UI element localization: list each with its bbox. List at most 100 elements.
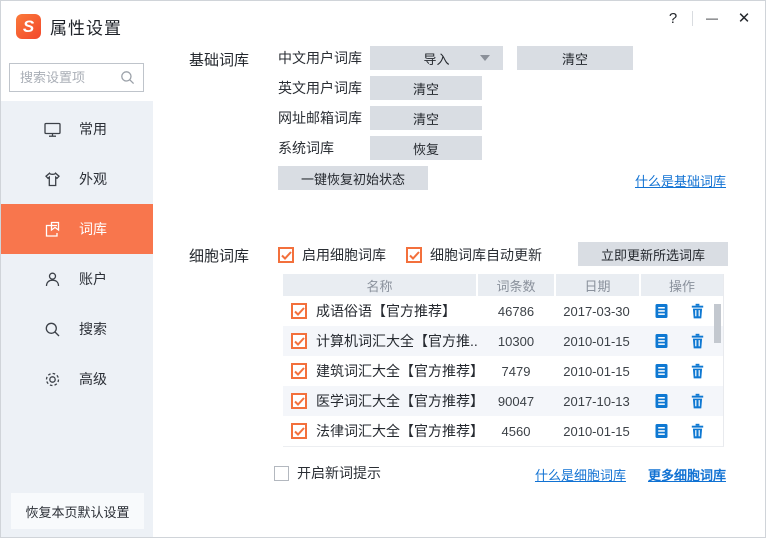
dict-name: 计算机词汇大全【官方推... [316,333,478,349]
app-header: S 属性设置 [16,14,122,39]
cell-dict-section-title: 细胞词库 [189,248,250,265]
restore-system-dict-button[interactable]: 恢复 [370,136,482,160]
dict-date: 2017-10-13 [563,393,630,409]
tshirt-icon [45,171,60,186]
monitor-icon [44,122,61,137]
dict-entry-count: 10300 [497,333,535,349]
bottom-links: 什么是细胞词库 更多细胞词库 [535,465,726,484]
row-checkbox[interactable] [291,393,307,409]
checkbox-checked-icon [406,247,422,263]
sidebar-item-label: 常用 [79,121,107,137]
sidebar-item-dictionary[interactable]: 词库 [1,204,153,254]
search-icon [121,71,135,85]
import-label: 导入 [423,51,450,67]
dict-name: 建筑词汇大全【官方推荐】 [316,363,478,379]
delete-icon[interactable] [690,303,705,319]
delete-icon[interactable] [690,333,705,349]
auto-update-cell-dict-checkbox[interactable]: 细胞词库自动更新 [406,245,542,265]
table-row: 医学词汇大全【官方推荐】 90047 2017-10-13 [283,386,723,416]
checkbox-unchecked-icon [274,465,289,481]
row-checkbox[interactable] [291,423,307,439]
dictionary-icon [45,221,60,237]
dict-entry-count: 4560 [501,423,531,439]
checkbox-label: 开启新词提示 [297,465,381,481]
search-input[interactable] [18,69,120,86]
import-dropdown-button[interactable]: 导入 [370,46,503,70]
sidebar-item-account[interactable]: 账户 [1,254,153,304]
details-icon[interactable] [654,393,669,409]
what-is-base-dict-link[interactable]: 什么是基础词库 [635,171,726,190]
sidebar-item-label: 高级 [79,371,107,387]
dict-date: 2010-01-15 [563,363,630,379]
sidebar-nav: 常用 外观 词库 账户 搜索 高级 [1,104,153,404]
checkbox-label: 启用细胞词库 [302,247,386,263]
gear-icon [45,372,60,386]
dict-name: 法律词汇大全【官方推荐】 [316,423,478,439]
column-header-count: 词条数 [478,274,554,296]
row-checkbox[interactable] [291,333,307,349]
help-icon[interactable]: ? [660,6,686,30]
sidebar-item-label: 词库 [79,221,107,237]
system-dict-label: 系统词库 [278,140,334,156]
dict-name: 医学词汇大全【官方推荐】 [316,393,478,409]
update-selected-dicts-button[interactable]: 立即更新所选词库 [578,242,728,266]
url-email-dict-label: 网址邮箱词库 [278,110,362,126]
delete-icon[interactable] [690,363,705,379]
sidebar-item-label: 外观 [79,171,107,187]
delete-icon[interactable] [690,393,705,409]
dict-entry-count: 7479 [501,363,531,379]
more-cell-dict-link[interactable]: 更多细胞词库 [648,465,726,484]
dict-date: 2010-01-15 [563,333,630,349]
column-header-actions: 操作 [641,274,723,296]
table-header: 名称 词条数 日期 操作 [283,274,723,296]
dict-name: 成语俗语【官方推荐】 [316,303,456,319]
sidebar-item-common[interactable]: 常用 [1,104,153,154]
close-icon[interactable]: ✕ [731,6,757,30]
cell-dict-table: 名称 词条数 日期 操作 成语俗语【官方推荐】 46786 2017-03-30 [283,274,724,447]
dict-date: 2010-01-15 [563,423,630,439]
minimize-icon[interactable]: — [699,6,725,30]
dict-entry-count: 46786 [497,303,535,319]
row-checkbox[interactable] [291,363,307,379]
user-icon [45,272,60,286]
settings-window: ? — ✕ S 属性设置 常用 外观 [0,0,766,538]
sidebar-item-appearance[interactable]: 外观 [1,154,153,204]
table-row: 成语俗语【官方推荐】 46786 2017-03-30 [283,296,723,326]
chevron-down-icon [480,55,490,61]
table-row: 法律词汇大全【官方推荐】 4560 2010-01-15 [283,416,723,446]
new-word-tip-checkbox[interactable]: 开启新词提示 [274,463,381,483]
control-separator [692,10,693,26]
row-checkbox[interactable] [291,303,307,319]
restore-defaults-button[interactable]: 恢复本页默认设置 [11,493,144,529]
english-user-dict-label: 英文用户词库 [278,80,362,96]
details-icon[interactable] [654,423,669,439]
sogou-logo-icon: S [16,14,41,39]
enable-cell-dict-checkbox[interactable]: 启用细胞词库 [278,245,386,265]
details-icon[interactable] [654,303,669,319]
dict-entry-count: 90047 [497,393,535,409]
base-dict-section-title: 基础词库 [189,52,250,69]
what-is-cell-dict-link[interactable]: 什么是细胞词库 [535,465,626,484]
reset-initial-state-button[interactable]: 一键恢复初始状态 [278,166,428,190]
search-icon [45,322,60,336]
search-box[interactable] [9,63,144,92]
sidebar-item-label: 搜索 [79,321,107,337]
page-title: 属性设置 [50,19,122,38]
sidebar-item-label: 账户 [79,271,107,287]
table-row: 建筑词汇大全【官方推荐】 7479 2010-01-15 [283,356,723,386]
clear-url-email-dict-button[interactable]: 清空 [370,106,482,130]
column-header-date: 日期 [556,274,639,296]
chinese-user-dict-label: 中文用户词库 [278,50,362,66]
column-header-name: 名称 [283,274,476,296]
checkbox-checked-icon [278,247,294,263]
delete-icon[interactable] [690,423,705,439]
details-icon[interactable] [654,333,669,349]
checkbox-label: 细胞词库自动更新 [430,247,542,263]
clear-english-dict-button[interactable]: 清空 [370,76,482,100]
sidebar-item-advanced[interactable]: 高级 [1,354,153,404]
table-scrollbar[interactable] [714,304,721,343]
table-row: 计算机词汇大全【官方推... 10300 2010-01-15 [283,326,723,356]
clear-chinese-dict-button[interactable]: 清空 [517,46,633,70]
details-icon[interactable] [654,363,669,379]
sidebar-item-search[interactable]: 搜索 [1,304,153,354]
